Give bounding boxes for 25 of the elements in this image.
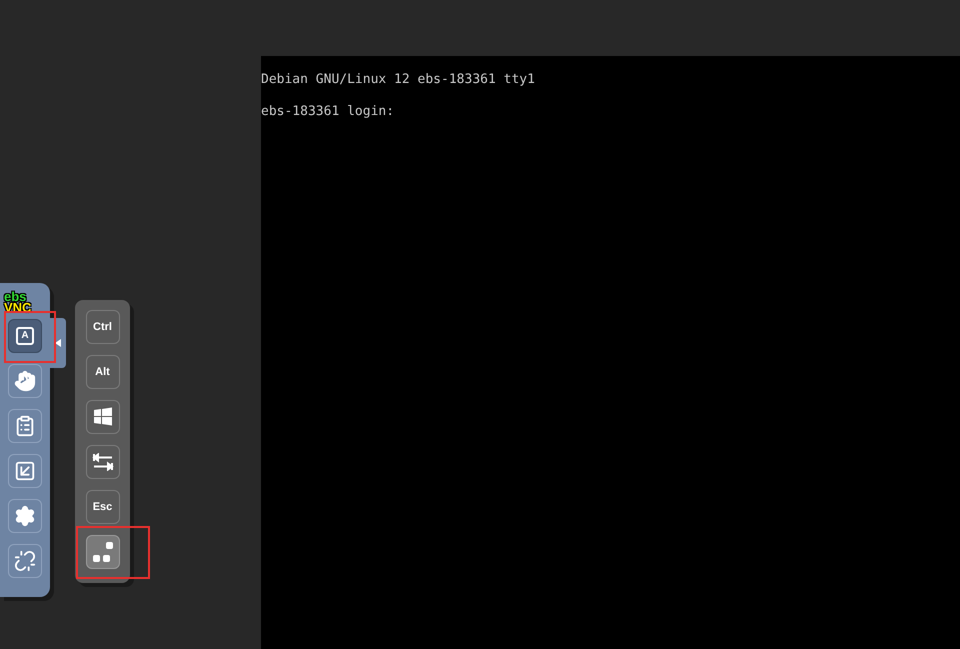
toolbar-button[interactable] <box>8 544 42 578</box>
key-button[interactable] <box>86 445 120 479</box>
windows-icon <box>92 407 112 427</box>
toolbar-button[interactable] <box>8 409 42 443</box>
terminal-line: Debian GNU/Linux 12 ebs-183361 tty1 <box>261 71 536 89</box>
logo-top-text: ebs <box>4 291 26 302</box>
keyboard-icon: A <box>16 327 34 345</box>
key-button[interactable] <box>86 535 120 569</box>
settings-icon <box>14 505 36 527</box>
toolbar-button[interactable] <box>8 499 42 533</box>
key-button[interactable]: Alt <box>86 355 120 389</box>
squares-icon <box>92 541 114 563</box>
key-button[interactable] <box>86 400 120 434</box>
key-button[interactable]: Ctrl <box>86 310 120 344</box>
terminal-line: ebs-183361 login: <box>261 103 396 121</box>
fullscreen-icon <box>14 460 36 482</box>
hand-icon <box>14 370 36 392</box>
key-button[interactable]: Esc <box>86 490 120 524</box>
toolbar-button[interactable] <box>8 454 42 488</box>
toolbar-button[interactable]: A <box>8 319 42 353</box>
clipboard-icon <box>14 415 36 437</box>
collapse-arrow-icon <box>55 339 61 347</box>
toolbar-button[interactable] <box>8 364 42 398</box>
tab-icon <box>92 453 114 471</box>
disconnect-icon <box>14 550 36 572</box>
